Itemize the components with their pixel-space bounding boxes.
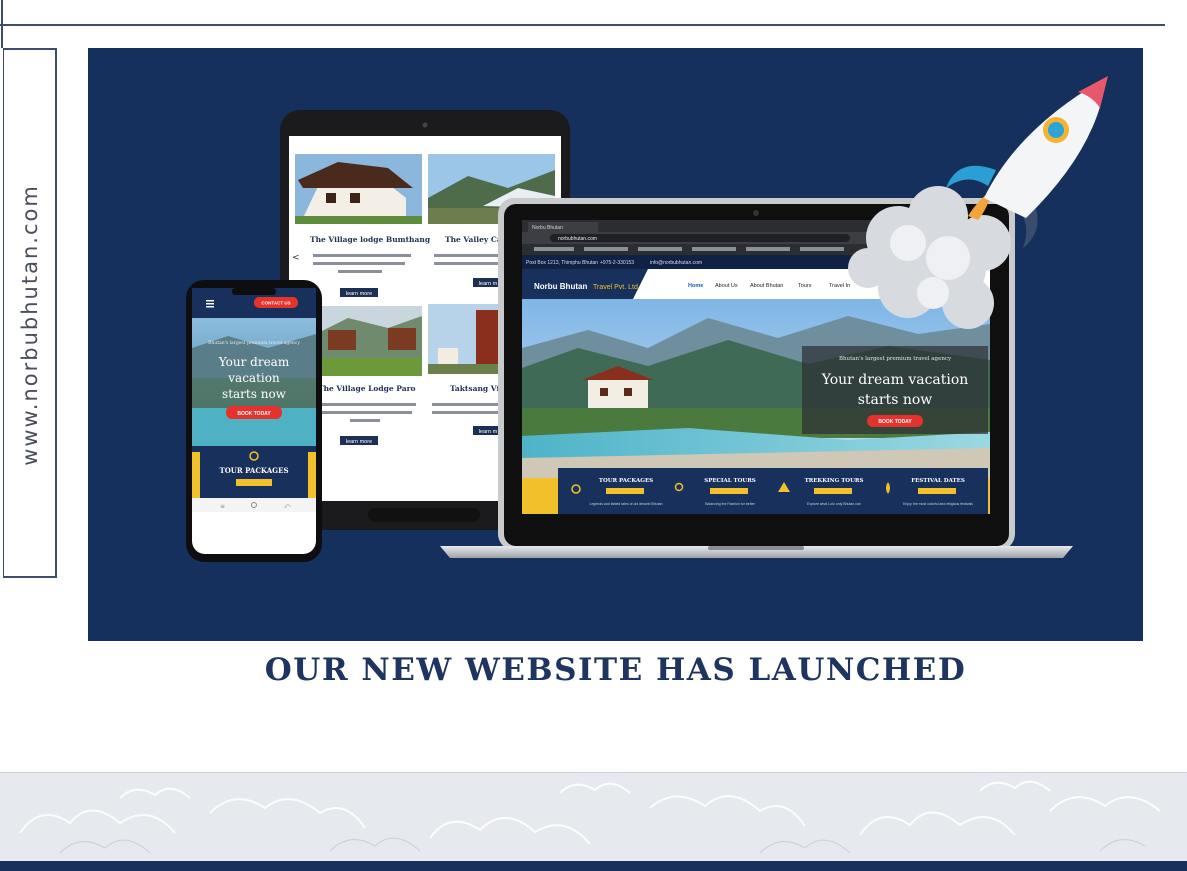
svg-text:CONTACT US: CONTACT US bbox=[261, 301, 290, 306]
launch-headline: OUR NEW WEBSITE HAS LAUNCHED bbox=[264, 652, 967, 688]
laptop-hero-headline-2: starts now bbox=[858, 392, 933, 408]
page: www.norbubhutan.com The Village lodge Bu… bbox=[0, 0, 1187, 871]
share-icon[interactable]: < bbox=[292, 253, 300, 263]
topbar-address: Post Box 1213, Thimphu Bhutan bbox=[526, 260, 598, 266]
svg-text:BOOK TODAY: BOOK TODAY bbox=[878, 419, 912, 425]
phone-section-title: TOUR PACKAGES bbox=[219, 466, 288, 475]
frame-corner-line bbox=[1, 0, 3, 48]
svg-text:learn more: learn more bbox=[346, 291, 372, 297]
phone-hero-line-3: starts now bbox=[222, 387, 287, 401]
device-mockup-banner: The Village lodge Bumthang The Valley Ca… bbox=[88, 48, 1143, 641]
phone-contact-us-button[interactable]: CONTACT US bbox=[254, 297, 298, 308]
nav-travel-info[interactable]: Travel In bbox=[829, 283, 850, 289]
cloud-pattern-band bbox=[0, 772, 1187, 861]
phone-menu-icon[interactable] bbox=[206, 300, 214, 308]
phone-nav-back-icon[interactable]: ⤺ bbox=[284, 503, 291, 510]
svg-text:BOOK TODAY: BOOK TODAY bbox=[237, 411, 271, 417]
laptop-book-today-button[interactable]: BOOK TODAY bbox=[867, 415, 923, 427]
tablet-learn-more-button-3[interactable]: learn more bbox=[340, 436, 378, 445]
phone-hero-line-2: vacation bbox=[227, 371, 280, 385]
svg-text:TOUR PACKAGES: TOUR PACKAGES bbox=[599, 478, 653, 484]
nav-tours[interactable]: Tours bbox=[798, 283, 812, 289]
website-url-vertical: www.norbubhutan.com bbox=[18, 184, 42, 466]
browser-tab-title[interactable]: Norbu Bhutan bbox=[532, 225, 563, 231]
topbar-phone: +975-2-330153 bbox=[600, 260, 634, 266]
svg-text:FESTIVAL DATES: FESTIVAL DATES bbox=[911, 478, 965, 484]
svg-text:Enjoy the most colorful and re: Enjoy the most colorful and religious fe… bbox=[903, 502, 973, 506]
phone-book-today-button[interactable]: BOOK TODAY bbox=[226, 406, 282, 419]
browser-url-field[interactable]: norbubhutan.com bbox=[558, 236, 597, 242]
tablet-card-image-3 bbox=[318, 306, 422, 376]
laptop-hero-tagline: Bhutan's largest premium travel agency bbox=[839, 356, 952, 362]
topbar-email: info@norbubhutan.com bbox=[650, 260, 702, 266]
phone-mockup: CONTACT US Bhutan's largest premium trav… bbox=[186, 280, 322, 562]
svg-text:learn more: learn more bbox=[346, 439, 372, 445]
svg-text:Balancing the Fashion for bett: Balancing the Fashion for better bbox=[705, 502, 755, 506]
tablet-card-title-4: Taktsang Vill bbox=[450, 384, 505, 393]
nav-about-us[interactable]: About Us bbox=[715, 283, 738, 289]
site-logo[interactable]: Norbu Bhutan bbox=[534, 282, 587, 291]
phone-tagline: Bhutan's largest premium travel agency bbox=[208, 340, 300, 346]
svg-text:learn m: learn m bbox=[479, 281, 498, 287]
svg-text:TREKKING TOURS: TREKKING TOURS bbox=[805, 478, 864, 484]
site-logo-sub: Travel Pvt. Ltd. bbox=[593, 284, 640, 291]
svg-text:learn m: learn m bbox=[479, 429, 498, 435]
svg-text:Explore what Lolo only Bhutan: Explore what Lolo only Bhutan can bbox=[807, 502, 861, 506]
phone-hero-line-1: Your dream bbox=[218, 355, 290, 369]
footer-bar bbox=[0, 861, 1187, 871]
tablet-card-image-1 bbox=[295, 154, 422, 224]
tablet-learn-more-button-1[interactable]: learn more bbox=[340, 288, 378, 297]
tablet-card-title-1: The Village lodge Bumthang bbox=[310, 235, 431, 244]
svg-text:SPECIAL TOURS: SPECIAL TOURS bbox=[704, 478, 756, 484]
nav-home[interactable]: Home bbox=[688, 283, 703, 289]
laptop-hero-headline-1: Your dream vacation bbox=[821, 372, 969, 388]
nav-about-bhutan[interactable]: About Bhutan bbox=[750, 283, 783, 289]
phone-nav-recent-icon[interactable]: ≡ bbox=[220, 503, 225, 510]
tablet-card-title-3: The Village Lodge Paro bbox=[318, 384, 416, 393]
svg-text:Legends and fabled tales of ol: Legends and fabled tales of old describ … bbox=[590, 502, 663, 506]
top-divider-line bbox=[0, 24, 1165, 26]
